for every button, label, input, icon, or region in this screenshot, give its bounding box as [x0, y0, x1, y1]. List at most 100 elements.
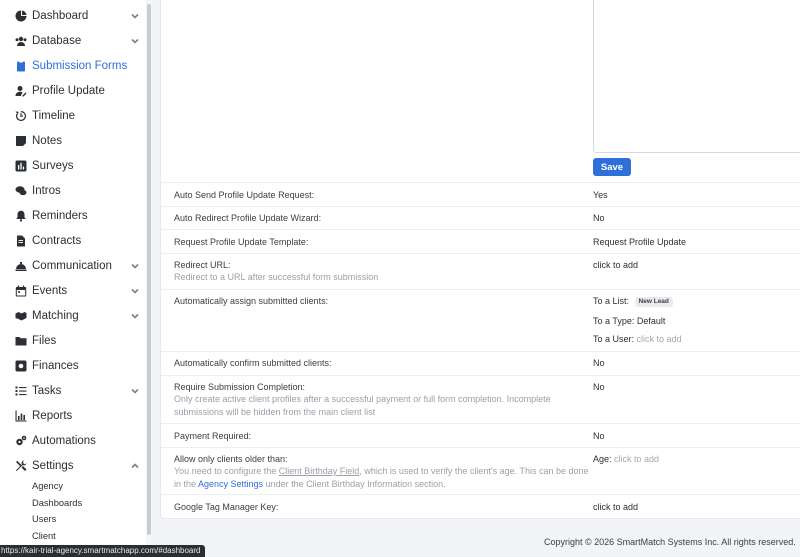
- client-birthday-field-link[interactable]: Client Birthday Field: [279, 466, 360, 476]
- footer-copyright: Copyright © 2026 SmartMatch Systems Inc.…: [544, 537, 796, 547]
- confirm-clients-row: Automatically confirm submitted clients:…: [161, 351, 800, 375]
- concierge-bell-icon: [14, 259, 27, 272]
- sidebar-item-intros[interactable]: Intros: [0, 178, 152, 203]
- assign-user-value[interactable]: click to add: [637, 334, 682, 344]
- settings-subitem-dashboards[interactable]: Dashboards: [0, 495, 152, 512]
- comments-icon: [14, 184, 27, 197]
- sidebar-item-reminders[interactable]: Reminders: [0, 203, 152, 228]
- redirect-url-value[interactable]: click to add: [593, 260, 638, 270]
- chevron-down-icon[interactable]: [131, 261, 139, 269]
- require-completion-desc-2: submissions will be hidden from the main…: [174, 406, 376, 417]
- tools-icon: [14, 459, 27, 472]
- redirect-url-row: Redirect URL: Redirect to a URL after su…: [161, 253, 800, 289]
- sidebar-item-profile-update[interactable]: Profile Update: [0, 78, 152, 103]
- sidebar-item-events[interactable]: Events: [0, 278, 152, 303]
- sidebar-item-label: Timeline: [32, 109, 76, 122]
- template-value[interactable]: Request Profile Update: [593, 237, 686, 247]
- age-value-input[interactable]: click to add: [614, 454, 659, 464]
- auto-send-value[interactable]: Yes: [593, 190, 608, 200]
- chevron-down-icon[interactable]: [131, 386, 139, 394]
- sidebar-item-label: Intros: [32, 184, 61, 197]
- auto-send-label: Auto Send Profile Update Request:: [174, 190, 315, 200]
- chevron-up-icon[interactable]: [131, 461, 139, 469]
- assign-type: To a Type: Default: [593, 316, 665, 326]
- assign-clients-row: Automatically assign submitted clients: …: [161, 289, 800, 351]
- sidebar-item-label: Finances: [32, 359, 79, 372]
- settings-subitem-agency[interactable]: Agency: [0, 478, 152, 495]
- age-limit-desc-1: You need to configure the Client Birthda…: [174, 465, 589, 478]
- clipboard-icon: [14, 59, 27, 72]
- chevron-down-icon[interactable]: [131, 286, 139, 294]
- assign-type-value[interactable]: Default: [637, 316, 666, 326]
- sidebar-item-surveys[interactable]: Surveys: [0, 153, 152, 178]
- sidebar-item-label: Automations: [32, 434, 96, 447]
- sidebar-scroll-thumb[interactable]: [147, 4, 151, 535]
- sidebar-item-tasks[interactable]: Tasks: [0, 378, 152, 403]
- sidebar-item-communication[interactable]: Communication: [0, 253, 152, 278]
- chevron-down-icon[interactable]: [131, 11, 139, 19]
- user-edit-icon: [14, 84, 27, 97]
- note-icon: [14, 134, 27, 147]
- sidebar-nav: Dashboard Database Submission Forms Profile…: [0, 0, 152, 478]
- age-limit-row: Allow only clients older than: You need …: [161, 447, 800, 494]
- age-desc-text-d: under the Client Birthday Information se…: [263, 478, 446, 489]
- template-editor[interactable]: [593, 0, 800, 153]
- payment-required-value[interactable]: No: [593, 431, 605, 441]
- file-contract-icon: [14, 234, 27, 247]
- status-bar-url: https://kair-trial-agency.smartmatchapp.…: [0, 545, 205, 557]
- sidebar-item-submission-forms[interactable]: Submission Forms: [0, 53, 152, 78]
- sidebar-item-label: Profile Update: [32, 84, 105, 97]
- sidebar-item-settings[interactable]: Settings: [0, 453, 152, 478]
- sidebar: Dashboard Database Submission Forms Profile…: [0, 0, 152, 557]
- auto-redirect-value[interactable]: No: [593, 213, 605, 223]
- assign-list-label: To a List:: [593, 296, 630, 306]
- sidebar-item-label: Events: [32, 284, 68, 297]
- sidebar-item-dashboard[interactable]: Dashboard: [0, 3, 152, 28]
- folder-icon: [14, 334, 27, 347]
- new-lead-badge[interactable]: New Lead: [634, 296, 673, 307]
- form-settings-card: Save Auto Send Profile Update Request: Y…: [160, 0, 800, 519]
- template-label: Request Profile Update Template:: [174, 237, 309, 247]
- sidebar-item-label: Communication: [32, 259, 112, 272]
- sidebar-item-label: Tasks: [32, 384, 62, 397]
- assign-clients-label: Automatically assign submitted clients:: [174, 296, 329, 306]
- gtm-key-value[interactable]: click to add: [593, 502, 638, 512]
- handshake-icon: [14, 309, 27, 322]
- sidebar-item-label: Surveys: [32, 159, 74, 172]
- sidebar-item-contracts[interactable]: Contracts: [0, 228, 152, 253]
- require-completion-value[interactable]: No: [593, 382, 605, 392]
- assign-list: To a List: New Lead: [593, 296, 673, 307]
- bell-icon: [14, 209, 27, 222]
- sidebar-item-files[interactable]: Files: [0, 328, 152, 353]
- poll-icon: [14, 159, 27, 172]
- age-value: Age: click to add: [593, 454, 659, 464]
- chevron-down-icon[interactable]: [131, 36, 139, 44]
- sidebar-item-reports[interactable]: Reports: [0, 403, 152, 428]
- calendar-icon: [14, 284, 27, 297]
- payment-required-label: Payment Required:: [174, 431, 252, 441]
- require-completion-label: Require Submission Completion:: [174, 382, 306, 392]
- sidebar-item-matching[interactable]: Matching: [0, 303, 152, 328]
- confirm-clients-value[interactable]: No: [593, 358, 605, 368]
- agency-settings-link[interactable]: Agency Settings: [198, 479, 263, 489]
- settings-subitem-client[interactable]: Client: [0, 528, 152, 545]
- sidebar-item-automations[interactable]: Automations: [0, 428, 152, 453]
- save-button[interactable]: Save: [593, 158, 631, 176]
- sidebar-item-notes[interactable]: Notes: [0, 128, 152, 153]
- sidebar-item-label: Files: [32, 334, 57, 347]
- sidebar-item-label: Matching: [32, 309, 79, 322]
- chevron-down-icon[interactable]: [131, 311, 139, 319]
- settings-submenu: Agency Dashboards Users Client: [0, 478, 152, 544]
- payment-required-row: Payment Required: No: [161, 423, 800, 447]
- confirm-clients-label: Automatically confirm submitted clients:: [174, 358, 332, 368]
- assign-user-label: To a User:: [593, 334, 635, 344]
- sidebar-item-timeline[interactable]: Timeline: [0, 103, 152, 128]
- assign-user: To a User: click to add: [593, 334, 682, 344]
- settings-subitem-users[interactable]: Users: [0, 511, 152, 528]
- sidebar-item-label: Settings: [32, 459, 74, 472]
- sidebar-item-finances[interactable]: Finances: [0, 353, 152, 378]
- age-limit-desc-2: in the Agency Settings under the Client …: [174, 478, 446, 491]
- auto-redirect-label: Auto Redirect Profile Update Wizard:: [174, 213, 322, 223]
- sidebar-item-database[interactable]: Database: [0, 28, 152, 53]
- auto-redirect-row: Auto Redirect Profile Update Wizard: No: [161, 206, 800, 229]
